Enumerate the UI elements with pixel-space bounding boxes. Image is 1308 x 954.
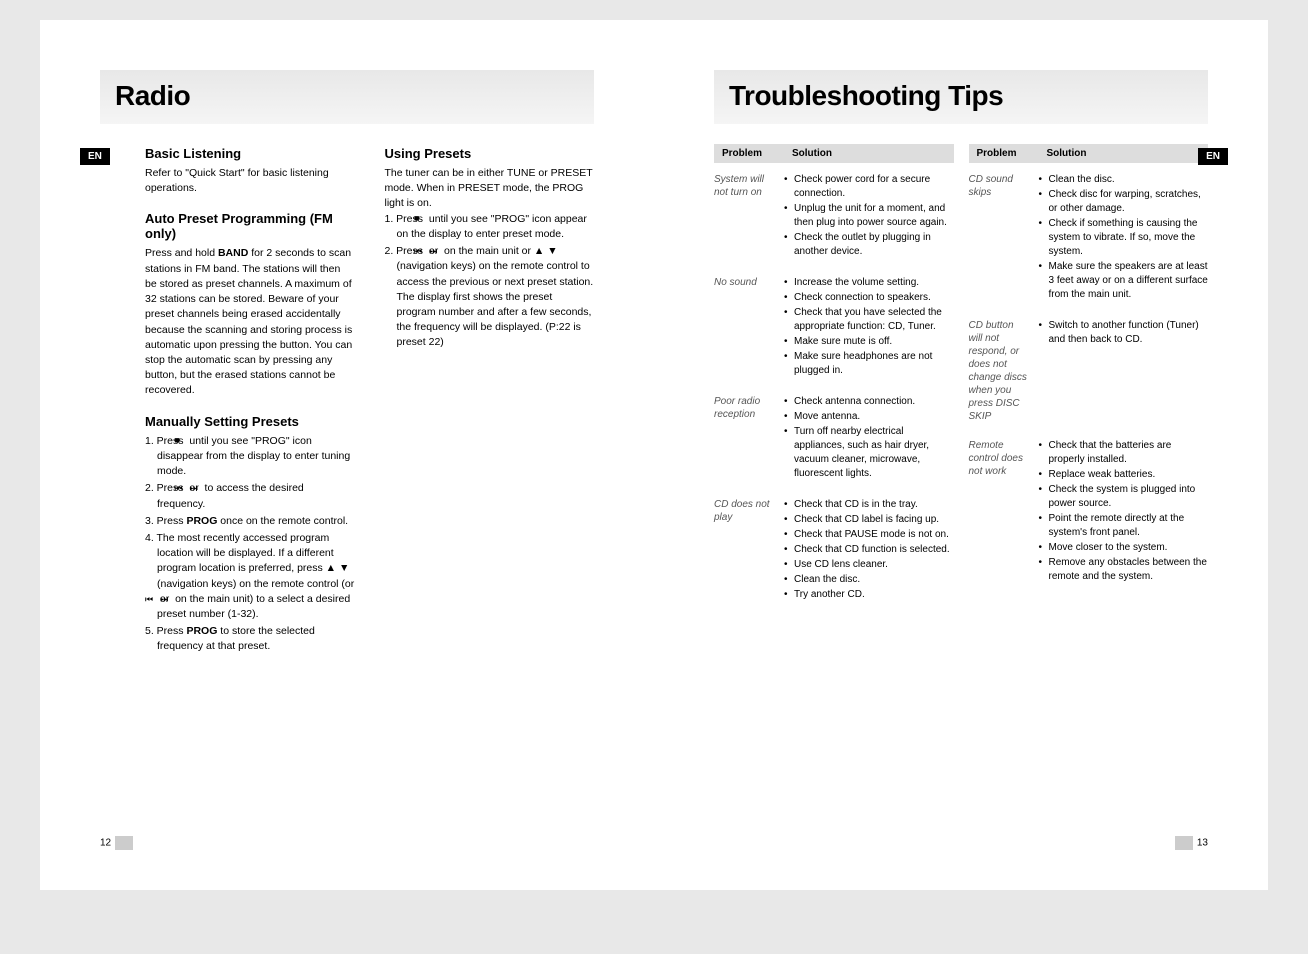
list-item: 3. Press PROG once on the remote control…	[145, 514, 355, 529]
solution-item: Check the outlet by plugging in another …	[784, 231, 954, 259]
list-item: 1. Press ■ until you see "PROG" icon app…	[385, 212, 595, 242]
solution-item: Check disc for warping, scratches, or ot…	[1039, 188, 1209, 216]
solution-item: Check that the batteries are properly in…	[1039, 439, 1209, 467]
left-page: Radio EN Basic Listening Refer to "Quick…	[40, 20, 654, 890]
solution-item: Check antenna connection.	[784, 395, 954, 409]
heading-manual-presets: Manually Setting Presets	[145, 414, 355, 429]
header-problem: Problem	[722, 148, 782, 159]
page-spread: Radio EN Basic Listening Refer to "Quick…	[0, 0, 1308, 910]
troubleshooting-body: Problem Solution System will not turn on…	[714, 144, 1208, 619]
right-page: Troubleshooting Tips EN Problem Solution…	[654, 20, 1268, 890]
solution-item: Make sure the speakers are at least 3 fe…	[1039, 260, 1209, 302]
header-solution: Solution	[792, 148, 946, 159]
troubleshooting-row: No soundIncrease the volume setting.Chec…	[714, 276, 954, 379]
language-badge: EN	[1198, 148, 1228, 165]
content: Basic Listening Refer to "Quick Start" f…	[100, 144, 594, 657]
troubleshooting-row: Poor radio reception Check antenna connec…	[714, 395, 954, 482]
solution-item: Unplug the unit for a moment, and then p…	[784, 202, 954, 230]
solution-item: Switch to another function (Tuner) and t…	[1039, 319, 1209, 347]
solution-item: Move antenna.	[784, 410, 954, 424]
heading-using-presets: Using Presets	[385, 146, 595, 161]
steps-list: 1. Press ■ until you see "PROG" icon dis…	[145, 434, 355, 655]
ts-header: Problem Solution	[714, 144, 954, 163]
page-number: 12	[100, 836, 137, 850]
solution-item: Increase the volume setting.	[784, 276, 954, 290]
solution-item: Remove any obstacles between the remote …	[1039, 556, 1209, 584]
solution-item: Make sure mute is off.	[784, 335, 954, 349]
solution-item: Turn off nearby electrical appliances, s…	[784, 425, 954, 481]
solution-item: Try another CD.	[784, 588, 954, 602]
solution-item: Check that CD label is facing up.	[784, 513, 954, 527]
column-1: Basic Listening Refer to "Quick Start" f…	[120, 144, 355, 657]
title-bar: Troubleshooting Tips	[714, 70, 1208, 124]
solution-list: Switch to another function (Tuner) and t…	[1039, 319, 1209, 347]
text: Press and hold BAND for 2 seconds to sca…	[145, 246, 355, 398]
troubleshooting-row: Remote control does not work Check that t…	[969, 439, 1209, 585]
solution-item: Check connection to speakers.	[784, 291, 954, 305]
solution-item: Check that CD is in the tray.	[784, 498, 954, 512]
problem-label: CD button will not respond, or does not …	[969, 319, 1029, 423]
solution-item: Check power cord for a secure connection…	[784, 173, 954, 201]
solution-item: Clean the disc.	[1039, 173, 1209, 187]
solution-item: Point the remote directly at the system'…	[1039, 512, 1209, 540]
list-item: 1. Press ■ until you see "PROG" icon dis…	[145, 434, 355, 480]
problem-label: CD sound skips	[969, 173, 1029, 199]
page-title: Troubleshooting Tips	[729, 80, 1193, 112]
solution-list: Check antenna connection.Move antenna.Tu…	[784, 395, 954, 481]
header-problem: Problem	[977, 148, 1037, 159]
solution-item: Check the system is plugged into power s…	[1039, 483, 1209, 511]
problem-label: Remote control does not work	[969, 439, 1029, 478]
solution-item: Make sure headphones are not plugged in.	[784, 350, 954, 378]
text: The tuner can be in either TUNE or PRESE…	[385, 166, 595, 212]
solution-item: Replace weak batteries.	[1039, 468, 1209, 482]
list-item: 5. Press PROG to store the selected freq…	[145, 624, 355, 654]
troubleshooting-row: CD does not play Check that CD is in the …	[714, 498, 954, 603]
heading-basic-listening: Basic Listening	[145, 146, 355, 161]
solution-item: Check if something is causing the system…	[1039, 217, 1209, 259]
solution-item: Move closer to the system.	[1039, 541, 1209, 555]
solution-list: Check that the batteries are properly in…	[1039, 439, 1209, 584]
ts-right-column: Problem Solution CD sound skips Clean the…	[969, 144, 1209, 619]
solution-list: Check power cord for a secure connection…	[784, 173, 954, 259]
ts-left-column: Problem Solution System will not turn on…	[714, 144, 954, 619]
language-badge: EN	[80, 148, 110, 165]
header-solution: Solution	[1047, 148, 1201, 159]
troubleshooting-row: System will not turn on Check power cord …	[714, 173, 954, 260]
solution-list: Check that CD is in the tray.Check that …	[784, 498, 954, 602]
list-item: 2. Press ⏮ or ⏭ to access the desired fr…	[145, 481, 355, 511]
solution-item: Check that you have selected the appropr…	[784, 306, 954, 334]
solution-list: Clean the disc.Check disc for warping, s…	[1039, 173, 1209, 302]
list-item: 4. The most recently accessed program lo…	[145, 531, 355, 622]
column-2: Using Presets The tuner can be in either…	[385, 144, 595, 657]
solution-item: Use CD lens cleaner.	[784, 558, 954, 572]
solution-list: Increase the volume setting.Check connec…	[784, 276, 954, 378]
page-number: 13	[1171, 836, 1208, 850]
list-item: 2. Press ⏮ or ⏭ on the main unit or ▲ ▼ …	[385, 244, 595, 351]
problem-label: CD does not play	[714, 498, 774, 524]
solution-item: Clean the disc.	[784, 573, 954, 587]
page-title: Radio	[115, 80, 579, 112]
ts-header: Problem Solution	[969, 144, 1209, 163]
troubleshooting-row: CD sound skips Clean the disc.Check disc …	[969, 173, 1209, 303]
text: Refer to "Quick Start" for basic listeni…	[145, 166, 355, 196]
problem-label: No sound	[714, 276, 774, 289]
troubleshooting-row: CD button will not respond, or does not …	[969, 319, 1209, 423]
solution-item: Check that PAUSE mode is not on.	[784, 528, 954, 542]
heading-auto-preset: Auto Preset Programming (FM only)	[145, 211, 355, 241]
steps-list: 1. Press ■ until you see "PROG" icon app…	[385, 212, 595, 351]
solution-item: Check that CD function is selected.	[784, 543, 954, 557]
problem-label: System will not turn on	[714, 173, 774, 199]
title-bar: Radio	[100, 70, 594, 124]
problem-label: Poor radio reception	[714, 395, 774, 421]
